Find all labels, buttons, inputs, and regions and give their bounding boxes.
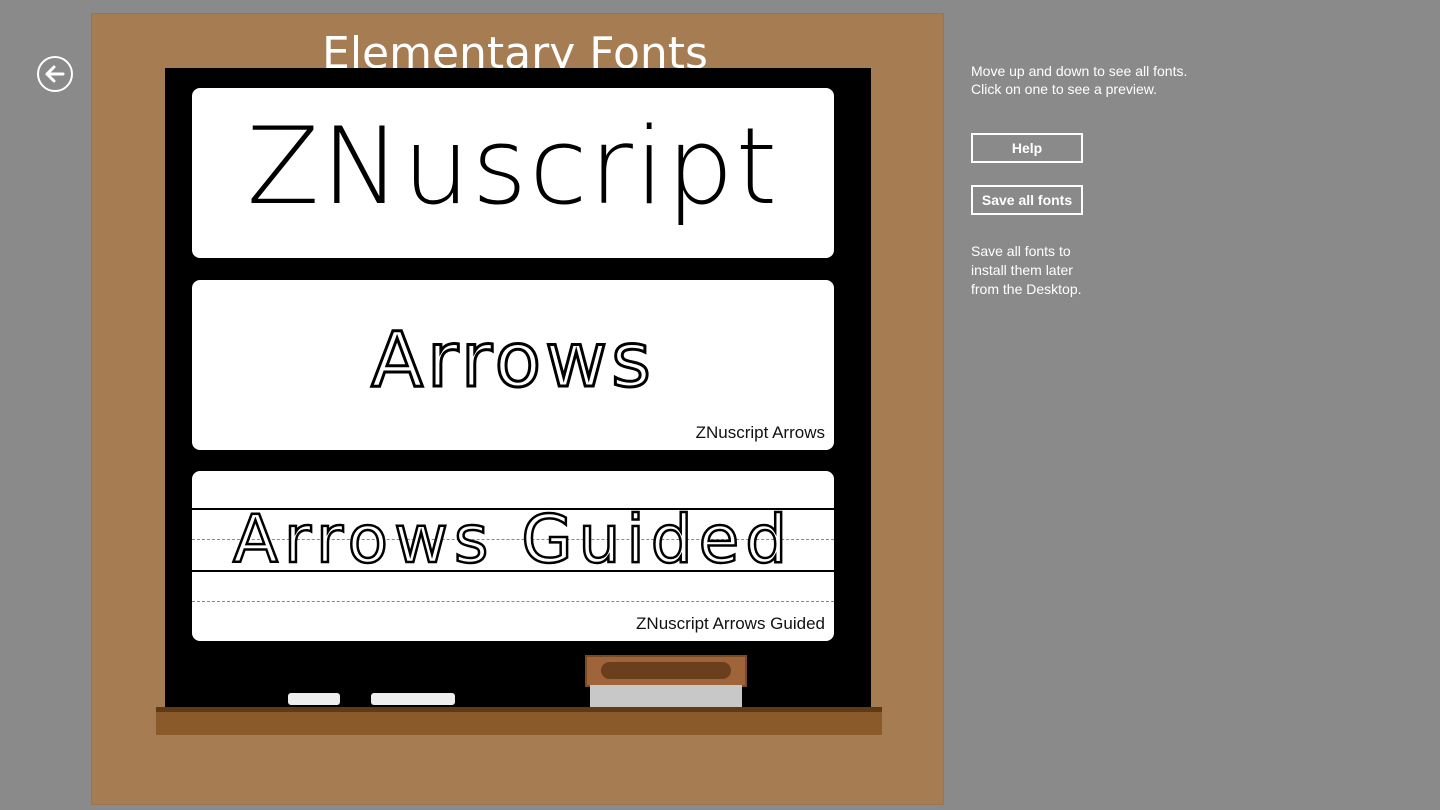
font-board-panel: Elementary Fonts ZNuscript Arrows ZNuscr… (91, 13, 944, 805)
eraser (585, 655, 747, 687)
save-note: Save all fonts to install them later fro… (971, 242, 1082, 299)
help-button[interactable]: Help (971, 133, 1083, 163)
back-arrow-icon (45, 65, 65, 83)
save-note-line: install them later (971, 262, 1073, 278)
instructions-line: Click on one to see a preview. (971, 81, 1157, 97)
font-caption: ZNuscript Arrows (695, 423, 825, 442)
font-sample: Arrows (370, 314, 655, 406)
font-card-arrows[interactable]: Arrows ZNuscript Arrows (192, 280, 834, 450)
guide-line-bottom (192, 601, 834, 602)
save-all-fonts-button[interactable]: Save all fonts (971, 185, 1083, 215)
eraser-pad (590, 685, 742, 707)
chalkboard: ZNuscript Arrows ZNuscript Arrows Arrows… (165, 68, 871, 710)
chalk-ledge (156, 707, 882, 735)
font-caption: ZNuscript Arrows Guided (636, 614, 825, 633)
font-card-znuscript[interactable]: ZNuscript (192, 88, 834, 258)
instructions: Move up and down to see all fonts. Click… (971, 62, 1187, 98)
font-card-arrows-guided[interactable]: Arrows Guided ZNuscript Arrows Guided (192, 471, 834, 641)
back-button[interactable] (37, 56, 73, 92)
save-note-line: Save all fonts to (971, 243, 1071, 259)
save-note-line: from the Desktop. (971, 281, 1082, 297)
instructions-line: Move up and down to see all fonts. (971, 63, 1188, 79)
chalk-piece (371, 693, 455, 705)
chalk-piece (288, 693, 340, 705)
font-sample: Arrows Guided (232, 500, 794, 580)
font-sample: ZNuscript (246, 105, 780, 228)
